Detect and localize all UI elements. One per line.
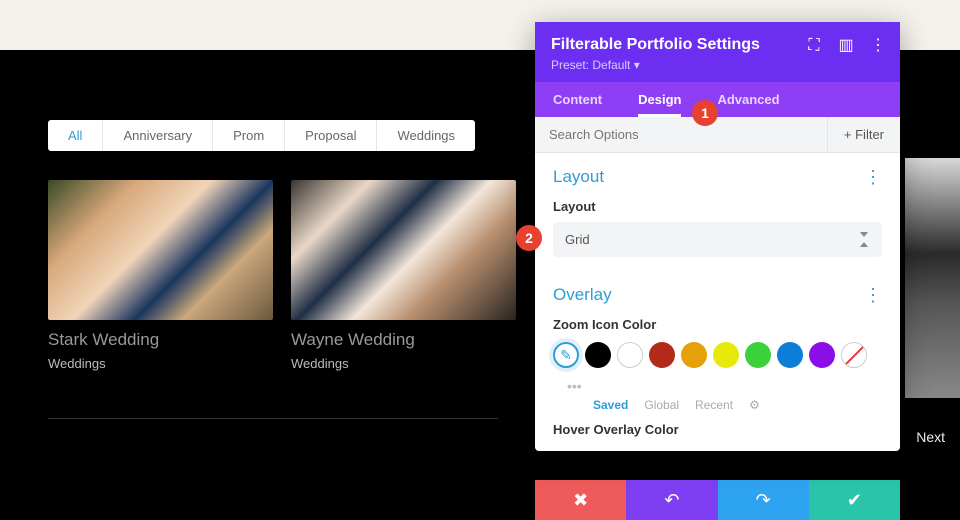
- panel-action-bar: ✖ ↶ ↷ ✔: [535, 480, 900, 520]
- divider: [48, 418, 498, 419]
- section-menu-icon[interactable]: ⋮: [864, 289, 882, 301]
- undo-button[interactable]: ↶: [626, 480, 717, 520]
- tab-design[interactable]: Design: [620, 82, 699, 117]
- gear-icon[interactable]: ⚙: [749, 398, 760, 412]
- save-button[interactable]: ✔: [809, 480, 900, 520]
- cancel-button[interactable]: ✖: [535, 480, 626, 520]
- section-title-overlay: Overlay: [553, 285, 612, 305]
- portfolio-title: Wayne Wedding: [291, 330, 516, 350]
- portfolio-thumbnail: [48, 180, 273, 320]
- layout-icon[interactable]: ▥: [838, 38, 854, 54]
- next-link[interactable]: Next: [916, 429, 945, 445]
- section-title-layout: Layout: [553, 167, 604, 187]
- section-menu-icon[interactable]: ⋮: [864, 171, 882, 183]
- expand-icon[interactable]: ⛶: [806, 38, 822, 54]
- field-label-hover-overlay-color: Hover Overlay Color: [553, 422, 882, 437]
- palette-recent[interactable]: Recent: [695, 398, 733, 412]
- color-swatch-yellow[interactable]: [713, 342, 739, 368]
- portfolio-title: Stark Wedding: [48, 330, 273, 350]
- kebab-menu-icon[interactable]: ⋮: [870, 38, 886, 54]
- color-swatch-red[interactable]: [649, 342, 675, 368]
- search-input[interactable]: [535, 117, 827, 152]
- portfolio-card[interactable]: Wayne Wedding Weddings: [291, 180, 516, 371]
- category-filter-bar: All Anniversary Prom Proposal Weddings: [48, 120, 475, 151]
- search-bar: + Filter: [535, 117, 900, 153]
- field-label-layout: Layout: [553, 199, 882, 214]
- filter-prom[interactable]: Prom: [213, 120, 285, 151]
- preset-dropdown[interactable]: Preset: Default ▾: [551, 58, 884, 72]
- callout-badge-2: 2: [516, 225, 542, 251]
- section-overlay: Overlay ⋮ Zoom Icon Color ✎ ••• Saved Gl…: [535, 263, 900, 451]
- color-swatch-row: ✎: [553, 342, 882, 368]
- field-label-zoom-icon-color: Zoom Icon Color: [553, 317, 882, 332]
- palette-saved[interactable]: Saved: [593, 398, 628, 412]
- more-options-icon[interactable]: •••: [567, 378, 882, 394]
- layout-select[interactable]: Grid: [553, 222, 882, 257]
- portfolio-category: Weddings: [48, 356, 273, 371]
- palette-global[interactable]: Global: [644, 398, 679, 412]
- redo-button[interactable]: ↷: [718, 480, 809, 520]
- portfolio-gallery: Stark Wedding Weddings Wayne Wedding Wed…: [48, 180, 516, 371]
- color-swatch-orange[interactable]: [681, 342, 707, 368]
- filter-proposal[interactable]: Proposal: [285, 120, 377, 151]
- filter-weddings[interactable]: Weddings: [377, 120, 475, 151]
- section-layout: Layout ⋮ Layout Grid: [535, 153, 900, 263]
- color-swatch-purple[interactable]: [809, 342, 835, 368]
- color-swatch-none[interactable]: [841, 342, 867, 368]
- settings-panel: Filterable Portfolio Settings Preset: De…: [535, 22, 900, 451]
- color-swatch-green[interactable]: [745, 342, 771, 368]
- color-swatch-blue[interactable]: [777, 342, 803, 368]
- tab-content[interactable]: Content: [535, 82, 620, 117]
- callout-badge-1: 1: [692, 100, 718, 126]
- portfolio-card[interactable]: Stark Wedding Weddings: [48, 180, 273, 371]
- portfolio-thumbnail: [291, 180, 516, 320]
- color-swatch-black[interactable]: [585, 342, 611, 368]
- background-image-right: [905, 158, 960, 398]
- eyedropper-icon[interactable]: ✎: [553, 342, 579, 368]
- color-swatch-white[interactable]: [617, 342, 643, 368]
- portfolio-category: Weddings: [291, 356, 516, 371]
- filter-button[interactable]: + Filter: [827, 117, 900, 152]
- palette-tabs: Saved Global Recent ⚙: [593, 398, 882, 412]
- filter-anniversary[interactable]: Anniversary: [103, 120, 213, 151]
- filter-all[interactable]: All: [48, 120, 103, 151]
- panel-header: Filterable Portfolio Settings Preset: De…: [535, 22, 900, 82]
